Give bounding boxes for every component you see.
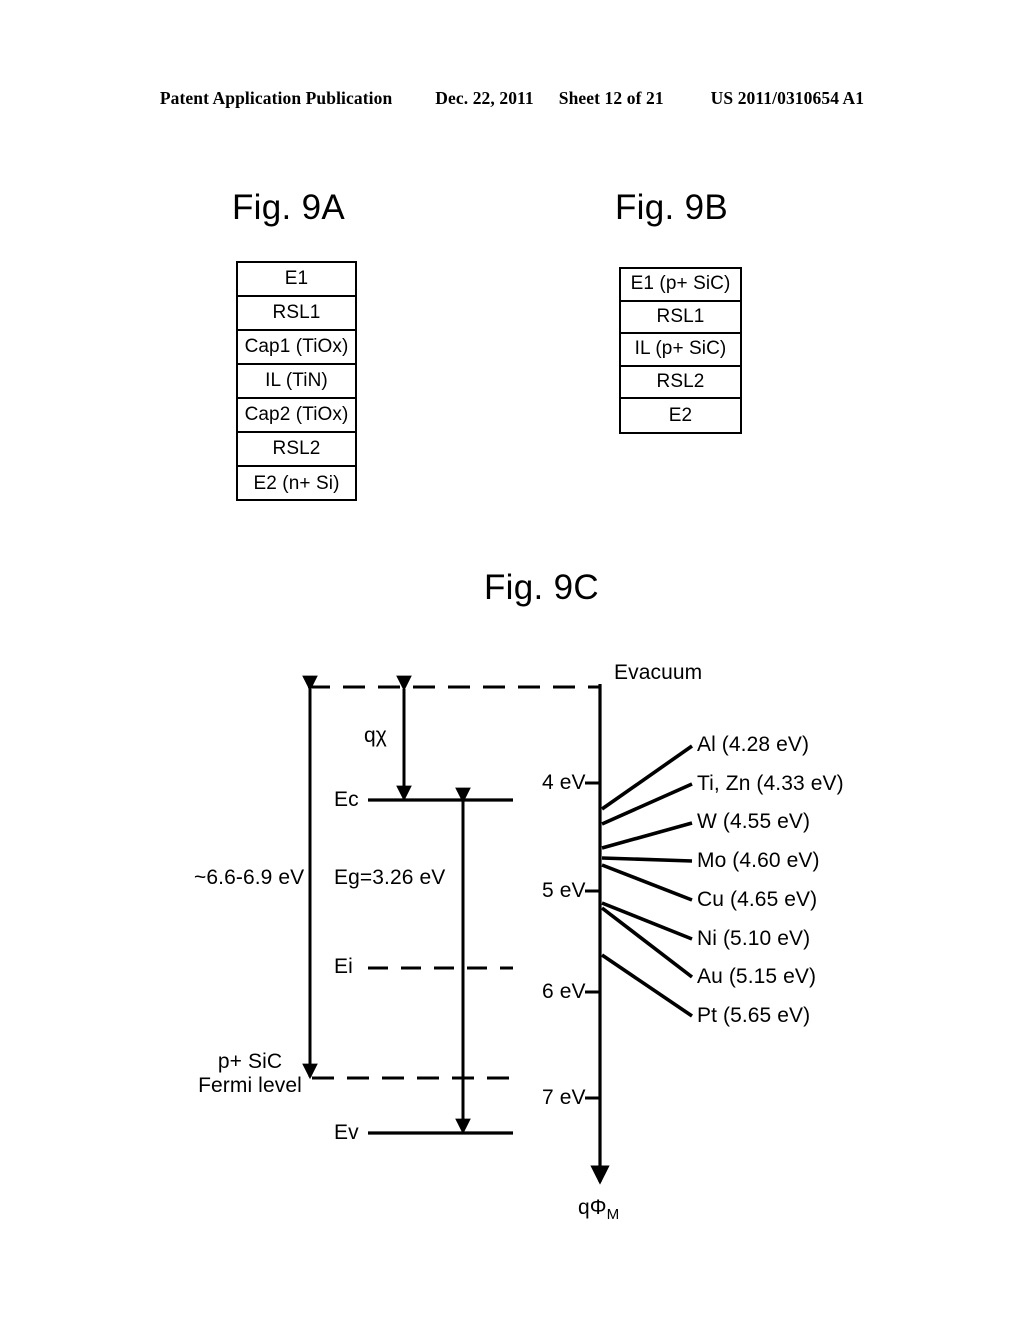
metal-label-tizn: Ti, Zn (4.33 eV) [697, 772, 844, 795]
metal-label-ni: Ni (5.10 eV) [697, 927, 811, 950]
intrinsic-level-label: Ei [334, 955, 353, 978]
leader-line-au [600, 906, 694, 979]
work-function-axis-label-text: qΦ [578, 1196, 607, 1219]
axis-tick-label-7ev: 7 eV [542, 1086, 586, 1109]
work-function-axis-label-subscript: M [606, 1206, 620, 1224]
metal-label-mo: Mo (4.60 eV) [697, 849, 820, 872]
fermi-level-label: p+ SiC Fermi level [192, 1050, 308, 1099]
fermi-level-label-line2: Fermi level [198, 1074, 302, 1098]
work-function-range-label: ~6.6-6.9 eV [194, 866, 305, 889]
leader-line-pt [600, 953, 694, 1018]
leader-line-mo [601, 856, 693, 863]
leader-line-ni [601, 901, 693, 941]
leader-line-w [601, 821, 693, 850]
vacuum-level-label: Evacuum [614, 661, 703, 684]
leader-line-cu [601, 863, 693, 902]
fig-9c-band-diagram [302, 675, 694, 1185]
conduction-band-label: Ec [334, 788, 359, 811]
axis-tick-label-4ev: 4 eV [542, 771, 586, 794]
work-function-axis-label: qΦM [578, 1196, 619, 1224]
axis-tick-label-6ev: 6 eV [542, 980, 586, 1003]
band-gap-label: Eg=3.26 eV [334, 866, 446, 889]
fermi-level-label-line1: p+ SiC [217, 1050, 283, 1073]
valence-band-label: Ev [334, 1121, 359, 1144]
patent-figure-page: Patent Application Publication Dec. 22, … [0, 0, 1024, 1320]
metal-label-w: W (4.55 eV) [697, 810, 811, 833]
electron-affinity-label: qχ [364, 724, 387, 747]
metal-label-au: Au (5.15 eV) [697, 965, 817, 988]
metal-label-pt: Pt (5.65 eV) [697, 1004, 811, 1027]
metal-label-al: Al (4.28 eV) [697, 733, 810, 756]
metal-label-cu: Cu (4.65 eV) [697, 888, 818, 911]
leader-line-tizn [601, 782, 693, 826]
leader-line-al [600, 744, 694, 811]
axis-tick-label-5ev: 5 eV [542, 879, 586, 902]
